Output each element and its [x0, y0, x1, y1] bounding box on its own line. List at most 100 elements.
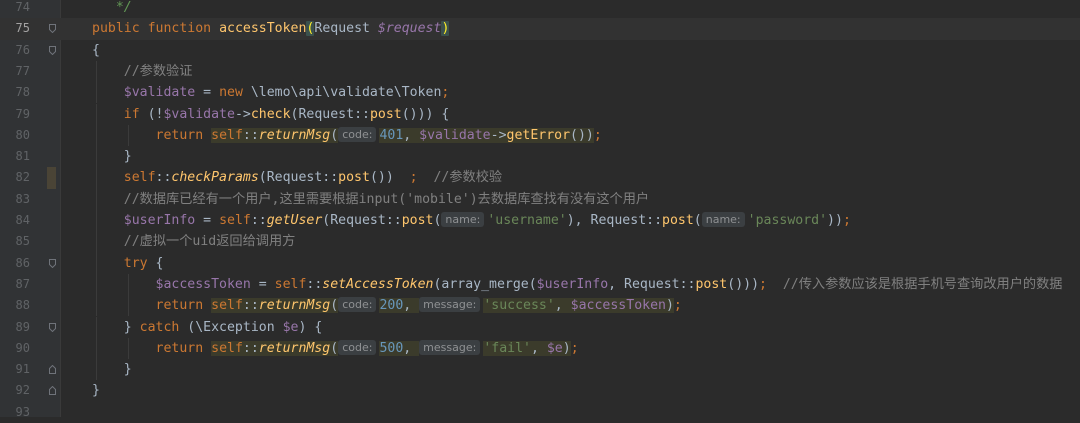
- code-line[interactable]: 77 //参数验证: [0, 60, 1080, 83]
- line-number[interactable]: 80: [0, 125, 30, 146]
- code-line[interactable]: 88 return self::returnMsg(code: 200, mess…: [0, 295, 1080, 317]
- fold-marker-icon[interactable]: [49, 365, 56, 375]
- code-token: public: [92, 21, 140, 37]
- code-line[interactable]: 83 //数据库已经有一个用户,这里需要根据input('mobile')去数据…: [0, 188, 1080, 210]
- code-line[interactable]: 74 */: [0, 0, 1080, 18]
- code-text[interactable]: public function accessToken(Request $req…: [92, 18, 450, 39]
- line-number[interactable]: 86: [0, 253, 30, 274]
- code-token: ,: [530, 340, 547, 356]
- code-text[interactable]: }: [92, 380, 100, 401]
- code-line[interactable]: 85 //虚拟一个uid返回给调用方: [0, 231, 1080, 253]
- line-number[interactable]: 88: [0, 295, 30, 316]
- code-token: ->: [490, 127, 507, 143]
- line-number[interactable]: 81: [0, 146, 30, 167]
- code-line[interactable]: 81 }: [0, 146, 1080, 168]
- line-number[interactable]: 83: [0, 189, 30, 210]
- code-line[interactable]: 76 {: [0, 40, 1080, 61]
- line-number[interactable]: 79: [0, 104, 30, 125]
- code-text[interactable]: $validate = new \lemo\api\validate\Token…: [92, 82, 450, 103]
- code-line[interactable]: 78 $validate = new \lemo\api\validate\To…: [0, 82, 1080, 104]
- code-line[interactable]: 93: [0, 402, 1080, 423]
- line-number[interactable]: 87: [0, 274, 30, 295]
- code-text[interactable]: self::checkParams(Request::post()) ; //参…: [92, 167, 502, 188]
- code-text[interactable]: $accessToken = self::setAccessToken(arra…: [92, 274, 1063, 295]
- code-text[interactable]: //虚拟一个uid返回给调用方: [92, 231, 296, 252]
- code-token: $accessToken: [155, 276, 251, 292]
- code-line[interactable]: 92}: [0, 380, 1080, 401]
- line-number[interactable]: 76: [0, 40, 30, 61]
- code-token: self: [211, 340, 243, 356]
- code-line[interactable]: 89 } catch (\Exception $e) {: [0, 316, 1080, 338]
- code-token: checkParams: [171, 170, 259, 186]
- code-token: post: [662, 213, 694, 228]
- fold-marker-icon[interactable]: [49, 386, 56, 396]
- code-text[interactable]: {: [92, 40, 100, 61]
- code-text[interactable]: return self::returnMsg(code: 500, message…: [92, 338, 579, 359]
- code-token: {: [92, 42, 100, 58]
- line-number[interactable]: 82: [0, 167, 30, 188]
- parameter-hint: name:: [701, 212, 745, 227]
- code-token: (: [693, 213, 702, 228]
- fold-marker-icon[interactable]: [49, 24, 56, 34]
- code-token: ,: [403, 127, 420, 143]
- code-line[interactable]: 80 return self::returnMsg(code: 401, $val…: [0, 124, 1080, 147]
- code-text[interactable]: }: [92, 146, 132, 167]
- code-token: 'fail': [483, 340, 531, 356]
- code-token: (Request::: [290, 106, 370, 122]
- code-text[interactable]: try {: [92, 253, 164, 274]
- line-number[interactable]: 77: [0, 61, 30, 82]
- code-line[interactable]: 90 return self::returnMsg(code: 500, mess…: [0, 337, 1080, 360]
- line-number[interactable]: 84: [0, 210, 30, 231]
- code-token: $validate: [123, 85, 196, 101]
- fold-marker-icon[interactable]: [49, 45, 56, 55]
- code-token: ::: [242, 127, 259, 143]
- code-line[interactable]: 79 if (!$validate->check(Request::post()…: [0, 103, 1080, 125]
- code-editor[interactable]: 74 */75 public function accessToken(Reque…: [0, 0, 1080, 419]
- line-number[interactable]: 75: [0, 18, 30, 39]
- code-line[interactable]: 84 $userInfo = self::getUser(Request::po…: [0, 210, 1080, 232]
- code-text[interactable]: //参数验证: [92, 61, 193, 82]
- code-token: ;: [441, 85, 450, 101]
- fold-marker-icon[interactable]: [49, 258, 56, 268]
- code-token: }: [123, 362, 132, 378]
- code-line[interactable]: 87 $accessToken = self::setAccessToken(a…: [0, 273, 1080, 296]
- line-number[interactable]: 91: [0, 359, 30, 380]
- code-token: post: [369, 106, 402, 122]
- code-token: (Request::: [322, 213, 402, 228]
- code-token: setAccessToken: [322, 276, 434, 292]
- code-text[interactable]: return self::returnMsg(code: 401, $valida…: [92, 125, 602, 146]
- code-token: ()): [570, 127, 594, 143]
- code-text[interactable]: } catch (\Exception $e) {: [92, 317, 323, 338]
- code-text[interactable]: $userInfo = self::getUser(Request::post(…: [92, 210, 851, 231]
- code-text[interactable]: if (!$validate->check(Request::post())) …: [92, 104, 450, 125]
- code-text[interactable]: }: [92, 359, 132, 380]
- line-number[interactable]: 93: [0, 402, 30, 423]
- line-number[interactable]: 78: [0, 82, 30, 103]
- code-token: returnMsg: [258, 127, 331, 143]
- code-token: Request: [314, 21, 378, 37]
- code-text[interactable]: return self::returnMsg(code: 200, message…: [92, 295, 682, 316]
- code-text[interactable]: */: [92, 0, 132, 18]
- code-token: //数据库已经有一个用户,这里需要根据input('mobile')去数据库查找…: [123, 191, 650, 207]
- line-number[interactable]: 90: [0, 338, 30, 359]
- change-marker: [47, 167, 56, 189]
- code-token: }: [123, 319, 140, 335]
- line-number[interactable]: 92: [0, 380, 30, 401]
- code-line[interactable]: 82 self::checkParams(Request::post()) ; …: [0, 167, 1080, 189]
- code-line[interactable]: 86 try {: [0, 252, 1080, 274]
- code-token: (: [330, 127, 339, 143]
- code-line[interactable]: 75 public function accessToken(Request $r…: [0, 18, 1080, 40]
- code-token: return: [155, 127, 204, 143]
- code-token: }: [123, 149, 132, 165]
- line-number[interactable]: 89: [0, 317, 30, 338]
- code-token: ;: [593, 127, 602, 143]
- code-token: //虚拟一个uid返回给调用方: [123, 234, 296, 250]
- line-number[interactable]: 74: [0, 0, 30, 18]
- code-text[interactable]: //数据库已经有一个用户,这里需要根据input('mobile')去数据库查找…: [92, 189, 649, 210]
- line-number[interactable]: 85: [0, 231, 30, 252]
- code-line[interactable]: 91 }: [0, 359, 1080, 381]
- fold-marker-icon[interactable]: [49, 322, 56, 332]
- code-token: ,: [403, 340, 420, 356]
